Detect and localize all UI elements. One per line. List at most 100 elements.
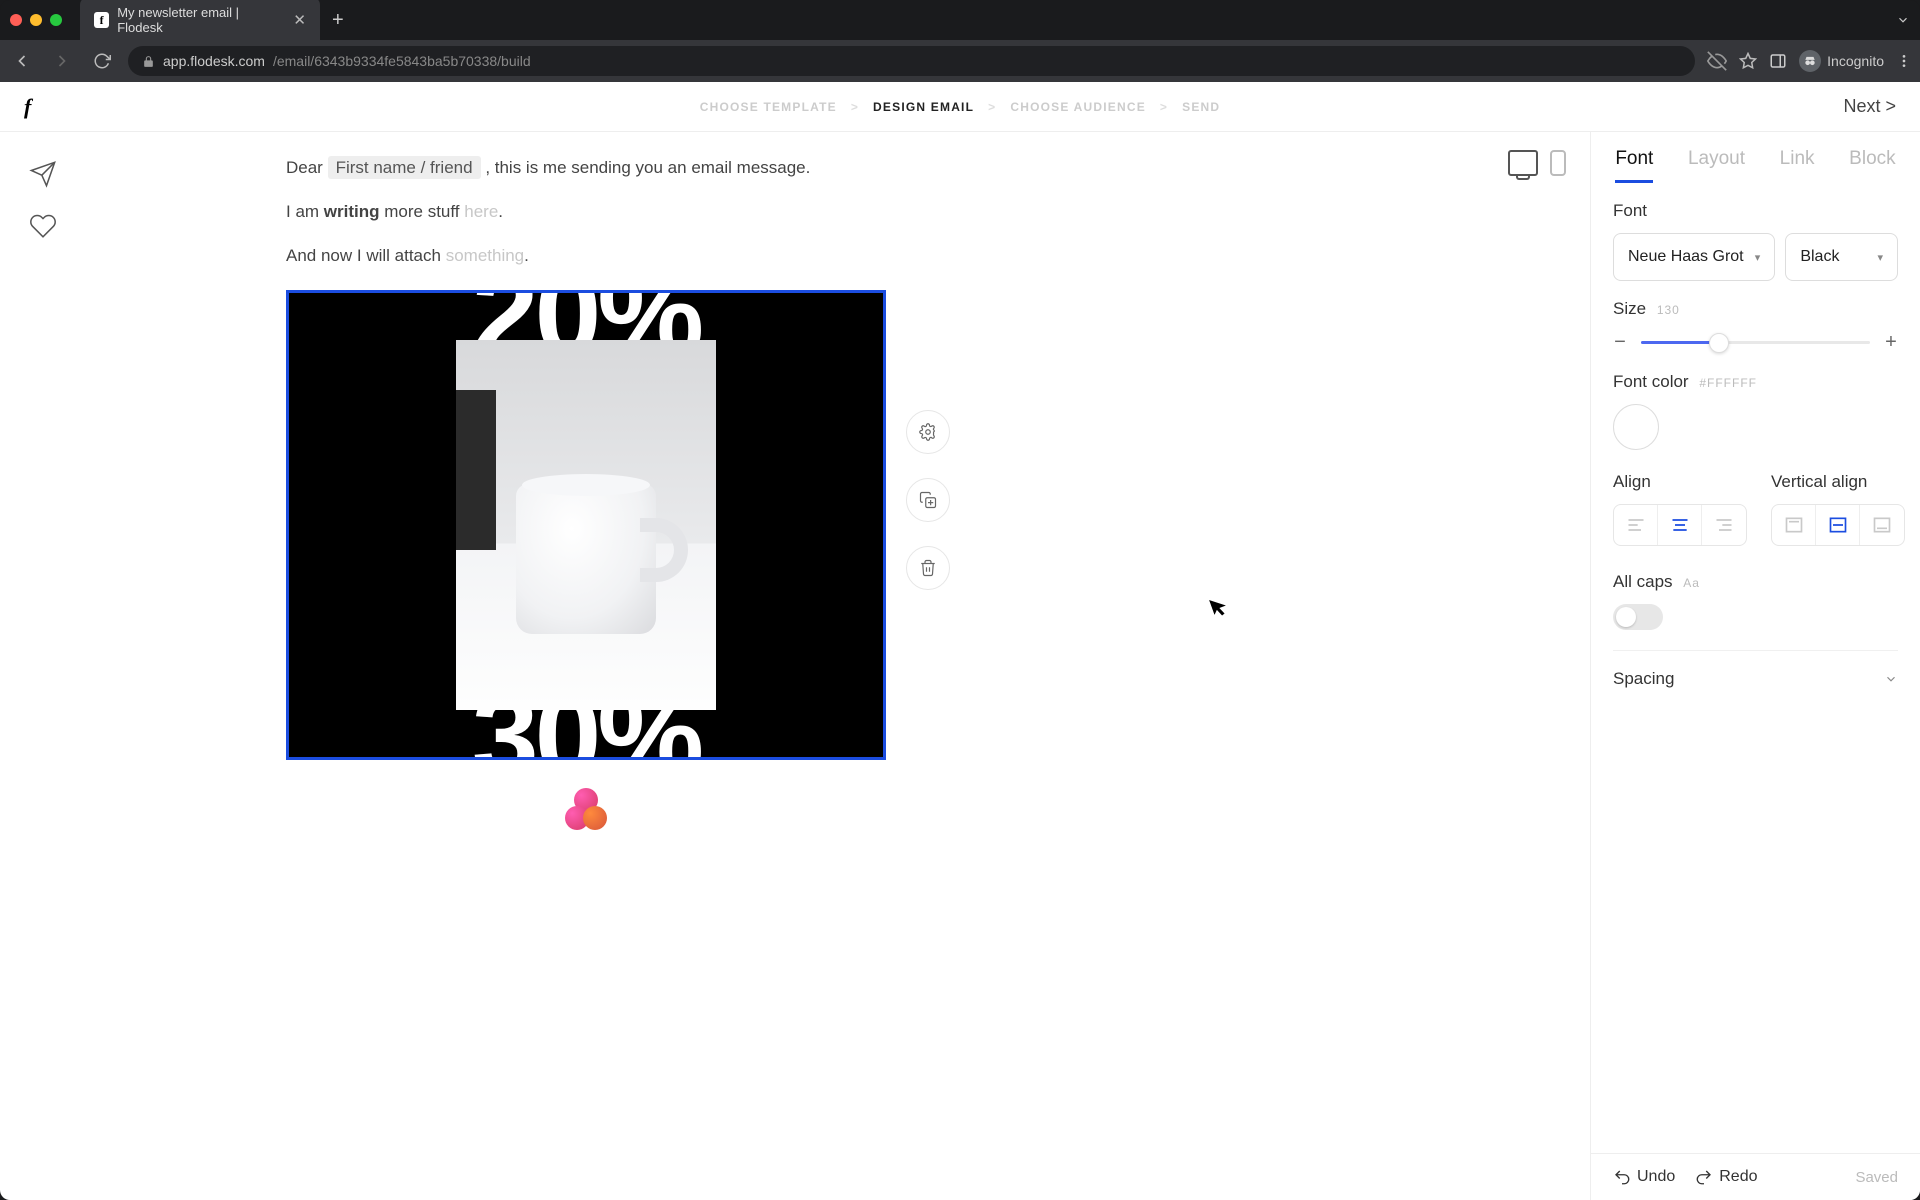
allcaps-label: All caps Aa [1613, 572, 1898, 592]
spacing-label: Spacing [1613, 669, 1674, 689]
properties-panel: Font Layout Link Block Font Neue Haas Gr… [1590, 132, 1920, 1200]
chevron-down-icon: ▾ [1877, 251, 1883, 264]
font-family-select[interactable]: Neue Haas Grot ▾ [1613, 233, 1775, 281]
align-right-button[interactable] [1702, 505, 1746, 545]
block-settings-button[interactable] [906, 410, 950, 454]
forward-button[interactable] [48, 47, 76, 75]
text: . [498, 202, 503, 221]
font-weight-value: Black [1800, 248, 1839, 266]
tab-layout[interactable]: Layout [1688, 148, 1745, 183]
incognito-label: Incognito [1827, 53, 1884, 69]
spacing-accordion[interactable]: Spacing [1613, 650, 1898, 707]
step-choose-audience[interactable]: CHOOSE AUDIENCE [1010, 100, 1146, 114]
email-line-3[interactable]: And now I will attach something. [286, 246, 1086, 266]
reload-button[interactable] [88, 47, 116, 75]
mobile-preview-button[interactable] [1550, 150, 1566, 176]
font-family-value: Neue Haas Grot [1628, 248, 1744, 266]
link-text[interactable]: here [464, 202, 498, 221]
address-bar[interactable]: app.flodesk.com/email/6343b9334fe5843ba5… [128, 46, 1695, 76]
size-decrease-button[interactable]: − [1613, 331, 1627, 354]
valign-middle-button[interactable] [1816, 505, 1860, 545]
link-text[interactable]: something [446, 246, 524, 265]
browser-toolbar: app.flodesk.com/email/6343b9334fe5843ba5… [0, 40, 1920, 82]
tab-font[interactable]: Font [1615, 148, 1653, 183]
text: more stuff [384, 202, 464, 221]
step-choose-template[interactable]: CHOOSE TEMPLATE [700, 100, 837, 114]
lock-icon [142, 55, 155, 68]
text: And now I will attach [286, 246, 446, 265]
flodesk-logo[interactable]: f [24, 94, 31, 120]
size-slider[interactable] [1641, 341, 1870, 344]
tab-block[interactable]: Block [1849, 148, 1895, 183]
align-left-button[interactable] [1614, 505, 1658, 545]
size-value: 130 [1657, 303, 1680, 317]
align-center-button[interactable] [1658, 505, 1702, 545]
bold-text: writing [324, 202, 380, 221]
valign-bottom-button[interactable] [1860, 505, 1904, 545]
brand-logo-block[interactable] [286, 788, 886, 830]
url-host: app.flodesk.com [163, 53, 265, 69]
close-window-icon[interactable] [10, 14, 22, 26]
step-separator: > [1160, 100, 1168, 114]
redo-button[interactable]: Redo [1695, 1168, 1757, 1186]
tab-link[interactable]: Link [1780, 148, 1815, 183]
font-section-label: Font [1613, 201, 1898, 221]
step-send[interactable]: SEND [1182, 100, 1220, 114]
valign-label: Vertical align [1771, 472, 1905, 492]
wizard-steps: CHOOSE TEMPLATE > DESIGN EMAIL > CHOOSE … [700, 100, 1221, 114]
font-weight-select[interactable]: Black ▾ [1785, 233, 1898, 281]
email-line-1[interactable]: Dear First name / friend , this is me se… [286, 158, 1086, 178]
window-controls [10, 14, 62, 26]
product-image [456, 340, 716, 710]
text: . [524, 246, 529, 265]
duplicate-block-button[interactable] [906, 478, 950, 522]
sidebar-footer: Undo Redo Saved [1591, 1153, 1920, 1200]
slider-thumb[interactable] [1709, 333, 1729, 353]
maximize-window-icon[interactable] [50, 14, 62, 26]
app-header: f CHOOSE TEMPLATE > DESIGN EMAIL > CHOOS… [0, 82, 1920, 132]
back-button[interactable] [8, 47, 36, 75]
chevron-down-icon [1884, 672, 1898, 686]
browser-tab-strip: f My newsletter email | Flodesk ✕ + [0, 0, 1920, 40]
new-tab-button[interactable]: + [332, 9, 344, 32]
allcaps-hint: Aa [1683, 576, 1700, 590]
chevron-down-icon: ▾ [1755, 251, 1761, 264]
tabs-overflow-icon[interactable] [1896, 13, 1910, 27]
browser-tab[interactable]: f My newsletter email | Flodesk ✕ [80, 0, 320, 43]
incognito-indicator[interactable]: Incognito [1799, 50, 1884, 72]
font-color-label: Font color #FFFFFF [1613, 372, 1898, 392]
delete-block-button[interactable] [906, 546, 950, 590]
browser-menu-icon[interactable] [1896, 53, 1912, 69]
next-button[interactable]: Next > [1843, 96, 1896, 117]
tab-title: My newsletter email | Flodesk [117, 5, 279, 35]
bookmark-star-icon[interactable] [1739, 52, 1757, 70]
save-status: Saved [1855, 1169, 1898, 1186]
step-separator: > [851, 100, 859, 114]
valign-top-button[interactable] [1772, 505, 1816, 545]
font-color-swatch[interactable] [1613, 404, 1659, 450]
merge-tag-chip[interactable]: First name / friend [328, 156, 481, 179]
undo-button[interactable]: Undo [1613, 1168, 1675, 1186]
device-preview-toggle [1508, 150, 1566, 176]
desktop-preview-button[interactable] [1508, 150, 1538, 176]
url-path: /email/6343b9334fe5843ba5b70338/build [273, 53, 531, 69]
minimize-window-icon[interactable] [30, 14, 42, 26]
text: , this is me sending you an email messag… [485, 158, 810, 177]
side-panel-icon[interactable] [1769, 52, 1787, 70]
eye-off-icon[interactable] [1707, 51, 1727, 71]
favorite-icon[interactable] [29, 212, 57, 240]
incognito-icon [1799, 50, 1821, 72]
size-increase-button[interactable]: + [1884, 331, 1898, 354]
left-rail [0, 132, 86, 1200]
size-label: Size 130 [1613, 299, 1898, 319]
close-tab-icon[interactable]: ✕ [293, 11, 306, 29]
email-line-2[interactable]: I am writing more stuff here. [286, 202, 1086, 222]
sidebar-tabs: Font Layout Link Block [1591, 132, 1920, 183]
font-color-hex: #FFFFFF [1699, 376, 1757, 390]
allcaps-toggle[interactable] [1613, 604, 1663, 630]
step-design-email[interactable]: DESIGN EMAIL [873, 100, 974, 114]
send-test-icon[interactable] [29, 160, 57, 188]
tab-favicon: f [94, 12, 109, 28]
text: I am [286, 202, 324, 221]
selected-image-block[interactable]: 20% 30% 30% 30% [286, 290, 886, 760]
